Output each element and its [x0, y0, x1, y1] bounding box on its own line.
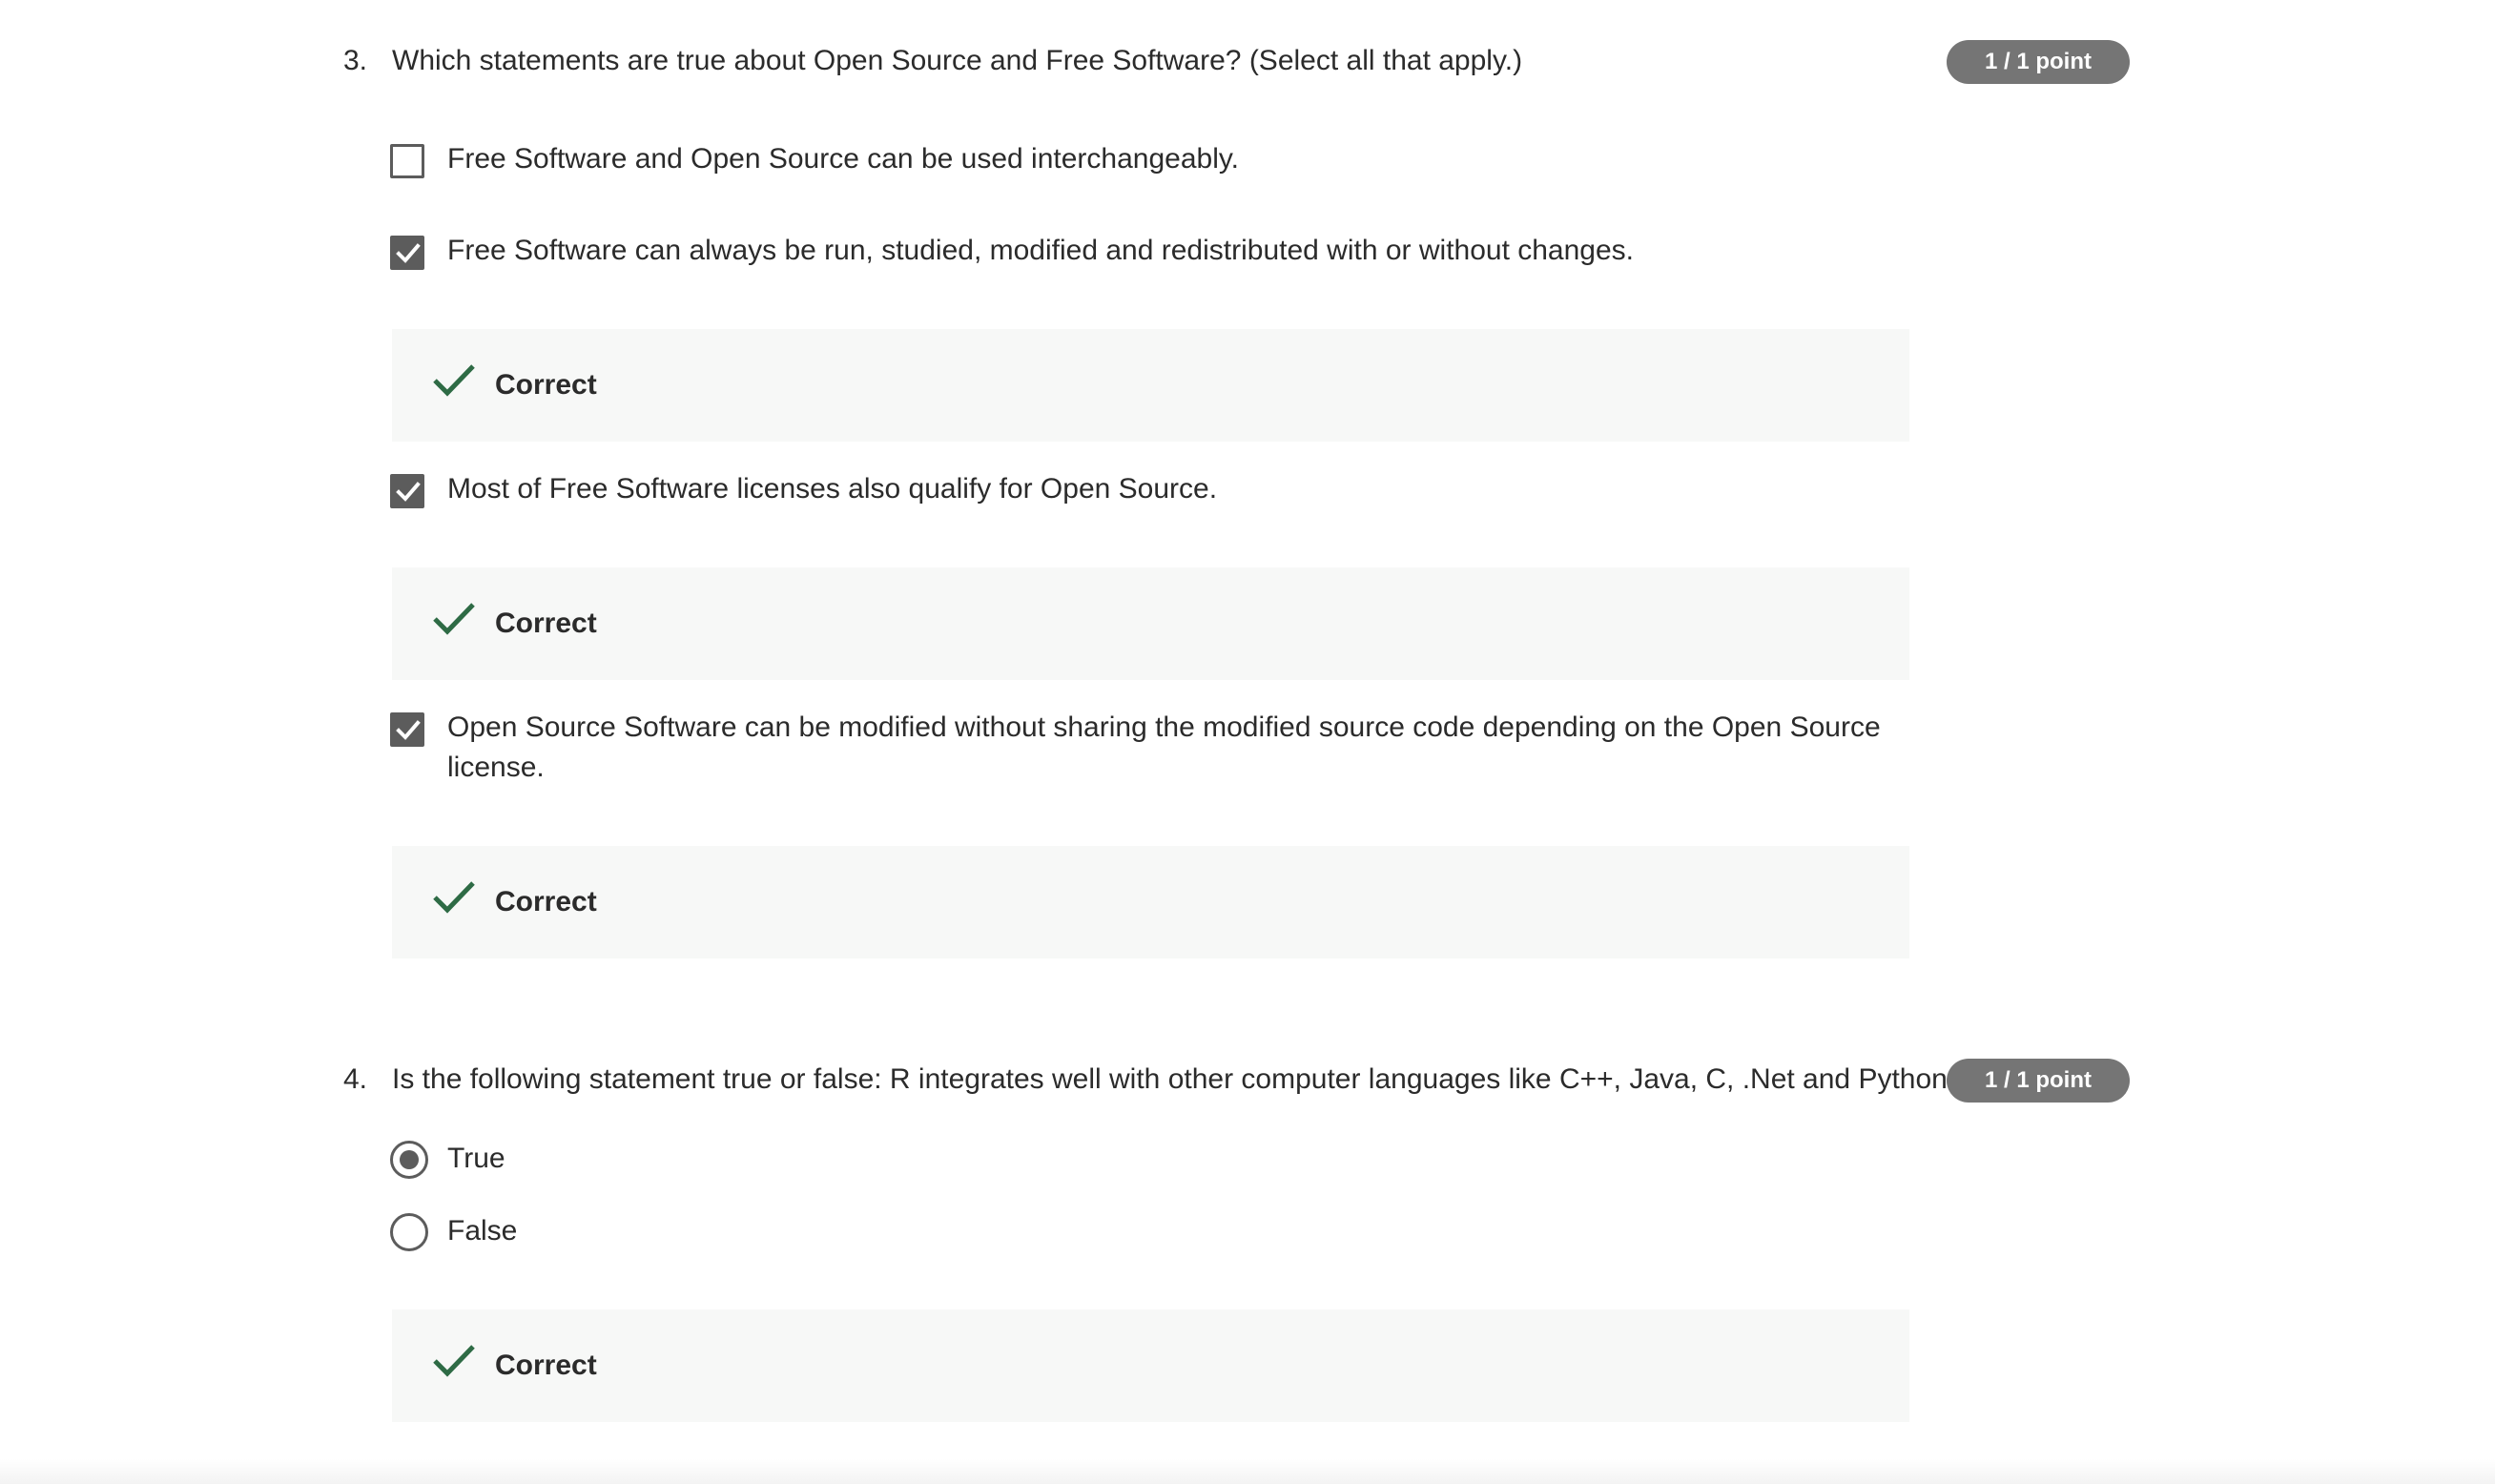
option-label-line-1: Open Source Software can be modified wit… — [447, 711, 1881, 743]
checkmark-icon — [432, 1344, 476, 1383]
feedback-label: Correct — [495, 1350, 597, 1381]
radio-selected-icon[interactable] — [390, 1141, 428, 1179]
question-text: Is the following statement true or false… — [392, 1063, 1956, 1095]
bottom-shadow — [0, 1459, 2495, 1484]
checkbox-checked-icon[interactable] — [390, 236, 424, 270]
checkbox-checked-icon[interactable] — [390, 474, 424, 508]
question-text: Which statements are true about Open Sou… — [392, 45, 1523, 76]
option-label: Free Software can always be run, studied… — [447, 235, 1635, 266]
question-number: 4. — [343, 1063, 368, 1095]
feedback-panel: Correct — [392, 846, 1909, 958]
feedback-label: Correct — [495, 608, 597, 639]
checkbox-checked-icon[interactable] — [390, 712, 424, 747]
score-badge: 1 / 1 point — [1947, 40, 2130, 84]
feedback-panel: Correct — [392, 1309, 1909, 1422]
option-label: Free Software and Open Source can be use… — [447, 143, 1239, 175]
question-number: 3. — [343, 45, 368, 76]
radio-unselected-icon[interactable] — [390, 1213, 428, 1251]
option-label: False — [447, 1215, 518, 1247]
checkbox-unchecked-icon[interactable] — [390, 144, 424, 178]
option-label: True — [447, 1143, 505, 1174]
checkmark-icon — [432, 880, 476, 919]
feedback-panel: Correct — [392, 567, 1909, 680]
checkmark-icon — [432, 363, 476, 402]
feedback-label: Correct — [495, 886, 597, 917]
feedback-label: Correct — [495, 369, 597, 401]
feedback-panel: Correct — [392, 329, 1909, 442]
option-label: Most of Free Software licenses also qual… — [447, 473, 1218, 505]
score-badge: 1 / 1 point — [1947, 1059, 2130, 1103]
checkmark-icon — [432, 602, 476, 641]
option-label-line-2: license. — [447, 752, 545, 783]
quiz-page: 3. Which statements are true about Open … — [0, 0, 2495, 1484]
